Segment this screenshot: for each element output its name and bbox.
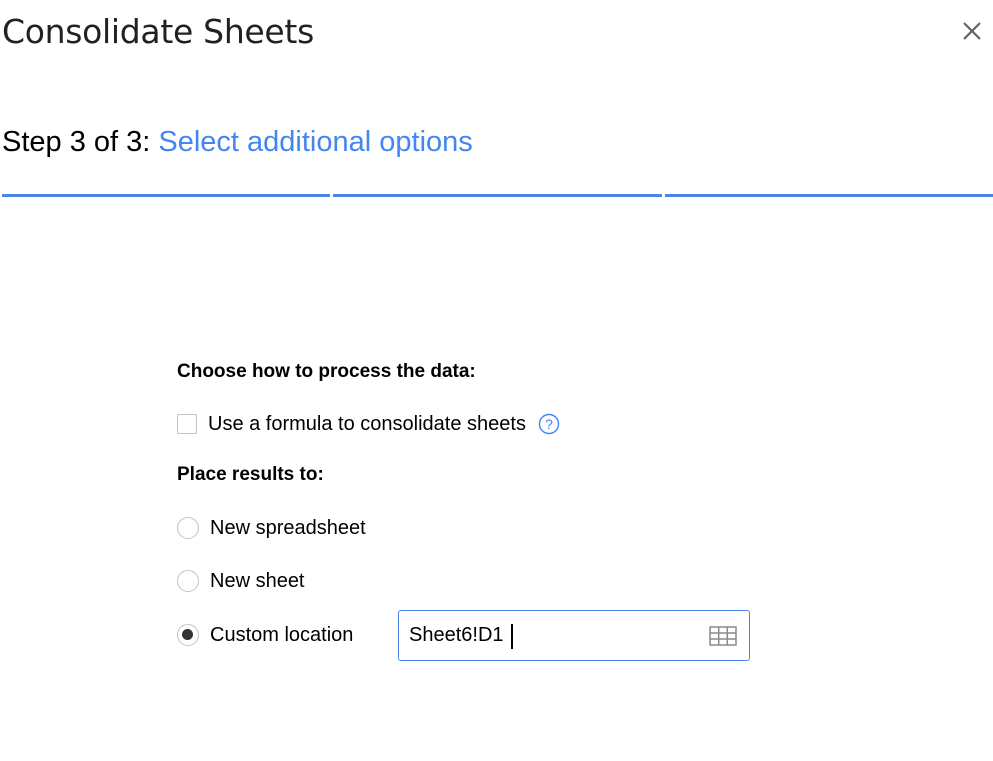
new-spreadsheet-radio[interactable] [177, 517, 199, 539]
progress-segment-1 [2, 194, 331, 197]
progress-segment-2 [333, 194, 662, 197]
radio-option-custom-location[interactable]: Custom location [177, 623, 353, 647]
step-progress-bar [2, 194, 993, 197]
custom-location-label[interactable]: Custom location [210, 623, 353, 647]
use-formula-option[interactable]: Use a formula to consolidate sheets ? [177, 412, 560, 436]
step-name: Select additional options [158, 126, 473, 158]
new-spreadsheet-label[interactable]: New spreadsheet [210, 516, 366, 540]
use-formula-checkbox[interactable] [177, 414, 197, 434]
progress-segment-3 [664, 194, 993, 197]
close-button[interactable] [956, 15, 988, 47]
custom-location-input[interactable] [409, 624, 709, 647]
custom-location-radio[interactable] [177, 624, 199, 646]
place-results-label: Place results to: [177, 464, 324, 485]
close-icon [961, 20, 983, 42]
step-counter: Step 3 of 3: [2, 126, 159, 158]
new-sheet-label[interactable]: New sheet [210, 569, 305, 593]
custom-location-field[interactable] [398, 610, 750, 661]
svg-text:?: ? [545, 416, 553, 432]
new-sheet-radio[interactable] [177, 570, 199, 592]
dialog-title: Consolidate Sheets [2, 12, 314, 51]
question-circle-icon[interactable]: ? [538, 413, 560, 435]
range-picker-grid-icon[interactable] [709, 625, 737, 646]
radio-option-new-spreadsheet[interactable]: New spreadsheet [177, 516, 366, 540]
text-cursor [511, 624, 513, 649]
step-heading: Step 3 of 3: Select additional options [2, 122, 473, 162]
radio-option-new-sheet[interactable]: New sheet [177, 569, 305, 593]
process-data-label: Choose how to process the data: [177, 361, 476, 382]
use-formula-label[interactable]: Use a formula to consolidate sheets [208, 412, 526, 436]
